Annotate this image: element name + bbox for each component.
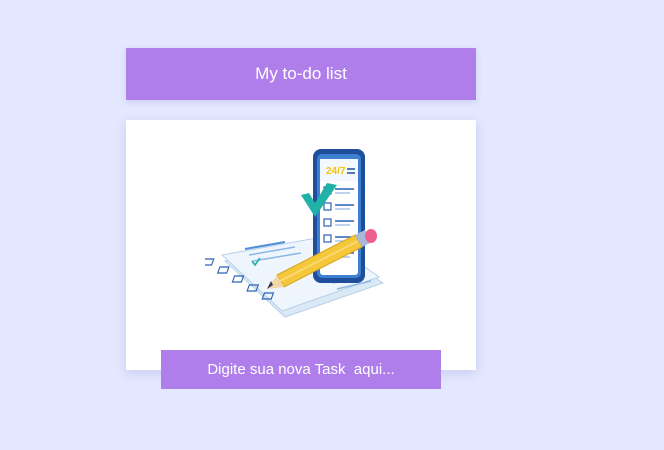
phone-badge: 24/7: [326, 166, 346, 177]
page-title: My to-do list: [255, 64, 347, 83]
todo-checklist-illustration: 24/7: [205, 149, 385, 318]
app-header: My to-do list: [126, 48, 476, 100]
new-task-button[interactable]: Digite sua nova Task aqui...: [161, 350, 441, 389]
